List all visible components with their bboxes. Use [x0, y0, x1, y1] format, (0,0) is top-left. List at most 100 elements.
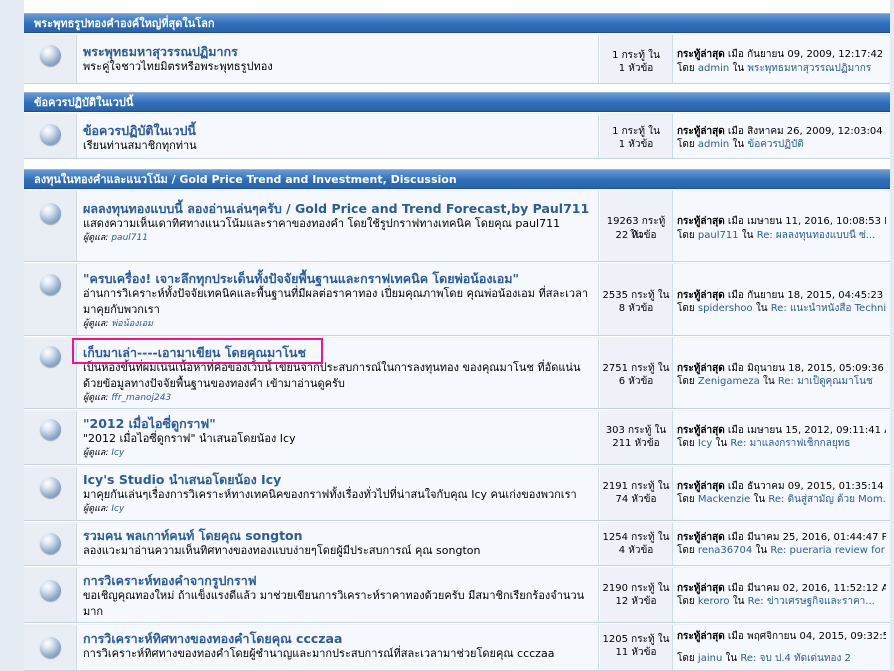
- forum-title-link[interactable]: Icy's Studio นำเสนอโดยน้อง Icy: [83, 472, 592, 487]
- last-post-user-link[interactable]: admin: [698, 139, 729, 150]
- moderator-link[interactable]: ffr_manoj243: [111, 393, 171, 403]
- forum-status-icon: [40, 346, 61, 367]
- when-label: เมื่อ: [727, 216, 744, 227]
- last-post: กระทู้ล่าสุด เมื่อ พฤศจิกายน 04, 2015, 0…: [673, 625, 890, 670]
- forum-moderators: ผู้ดูแล: Icy: [83, 447, 592, 459]
- forum-row: ข้อควรปฏิบัติในเวปนี้ เรียนท่านสมาชิกทุก…: [24, 113, 890, 159]
- last-post-topic-link[interactable]: Re: ข่าวเศรษฐกิจและราคา...: [748, 596, 875, 607]
- forum-info: รวมคน พลเกาท์คนท์ โดยคุณ songton ลองแวะม…: [77, 523, 599, 565]
- topic-count: 6 หัวข้อ: [618, 376, 654, 387]
- last-post-user-link[interactable]: spidershoo: [698, 303, 753, 314]
- category-header-golden-buddha[interactable]: พระพุทธรูปทองคำองค์ใหญ่ที่สุดในโลก: [24, 13, 890, 33]
- forum-row: พระพุทธมหาสุวรรณปฏิมากร พระคู่ใจชาวไทยมิ…: [24, 34, 890, 84]
- forum-status-icon: [40, 45, 61, 66]
- by-label: โดย: [677, 596, 695, 607]
- topic-count: 1 หัวข้อ: [618, 63, 654, 74]
- when-label: เมื่อ: [727, 425, 744, 436]
- by-label: โดย: [677, 653, 695, 664]
- last-post-user-link[interactable]: jainu: [698, 653, 722, 664]
- post-count: 1254 กระทู้ ใน: [602, 532, 670, 543]
- forum-moderators: ผู้ดูแล: Icy: [83, 503, 592, 515]
- last-post-topic-link[interactable]: Re: pueraria review for ...: [770, 545, 886, 556]
- forum-stats: 1254 กระทู้ ใน 4 หัวข้อ: [600, 523, 673, 565]
- forum-stats: 19263 กระทู้ ใน 22 หัวข้อ: [600, 191, 673, 261]
- forum-info: ผลลงทุนทองแบบนี้ ลองอ่านเล่นๆครับ / Gold…: [77, 191, 599, 261]
- last-post-topic-link[interactable]: Re: ดินสู่สามัญ ด้วย Mom...: [768, 494, 886, 505]
- forum-title-link[interactable]: รวมคน พลเกาท์คนท์ โดยคุณ songton: [83, 528, 592, 543]
- topic-count: 12 หัวข้อ: [615, 596, 657, 607]
- forum-stats: 303 กระทู้ ใน 211 หัวข้อ: [600, 411, 673, 464]
- by-label: โดย: [677, 545, 695, 556]
- forum-icon-cell: [24, 191, 77, 261]
- last-post-label: กระทู้ล่าสุด: [677, 363, 725, 374]
- by-label: โดย: [677, 303, 695, 314]
- forum-info: การวิเคราะห์ทองคำจากรูปกราฟ ขอเชิญคุณทอง…: [77, 568, 599, 622]
- moderator-label: ผู้ดูแล:: [83, 504, 109, 514]
- category-header-gold-investment[interactable]: ลงทุนในทองคำและแนวโน้ม / Gold Price Tren…: [24, 169, 890, 189]
- last-post-topic-link[interactable]: Re: มาเป็ดูคุณมาโนช: [778, 376, 873, 387]
- last-post-date: เมษายน 11, 2016, 10:08:53 PM: [747, 216, 886, 227]
- forum-icon-cell: [24, 568, 77, 622]
- forum-title-link[interactable]: "2012 เมื่อไอซี่ดูกราฟ": [83, 416, 592, 431]
- forum-title-link[interactable]: การวิเคราะห์ทองคำจากรูปกราฟ: [83, 573, 592, 588]
- last-post-topic-link[interactable]: พระพุทธมหาสุวรรณปฏิมากร: [747, 63, 871, 74]
- forum-status-icon: [40, 580, 61, 601]
- moderator-link[interactable]: พ่อน้องเอม: [111, 319, 153, 329]
- forum-title-link[interactable]: "ครบเครื่อง! เจาะลึกทุกประเด็นทั้งปัจจัย…: [83, 271, 592, 286]
- in-label: ใน: [762, 376, 775, 387]
- forum-title-link[interactable]: ผลลงทุนทองแบบนี้ ลองอ่านเล่นๆครับ / Gold…: [83, 201, 592, 216]
- last-post-topic-link[interactable]: ข้อควรปฏิบัติ: [747, 139, 803, 150]
- forum-status-icon: [40, 274, 61, 295]
- moderator-link[interactable]: paul711: [111, 233, 148, 243]
- forum-stats: 2751 กระทู้ ใน 6 หัวข้อ: [600, 338, 673, 408]
- by-label: โดย: [677, 139, 695, 150]
- forum-status-icon: [40, 124, 61, 145]
- moderator-link[interactable]: Icy: [111, 504, 124, 514]
- in-label: ใน: [732, 63, 745, 74]
- forum-title-link[interactable]: ข้อควรปฏิบัติในเวปนี้: [83, 123, 592, 138]
- moderator-link[interactable]: Icy: [111, 448, 124, 458]
- forum-status-icon: [40, 533, 61, 554]
- forum-description: แสดงความเห็นเดาทิศทางแนวโน้มและราคาของทอ…: [83, 217, 561, 230]
- last-post-topic-link[interactable]: Re: จบ ป.4 ทัดเด่นทอง 2: [740, 653, 851, 664]
- when-label: เมื่อ: [727, 49, 744, 60]
- forum-icon-cell: [24, 411, 77, 464]
- forum-row: การวิเคราะห์ทิศทางของทองคำโดยคุณ ccczaa …: [24, 624, 890, 671]
- category-header-rules[interactable]: ข้อควรปฏิบัติในเวปนี้: [24, 92, 890, 112]
- last-post-label: กระทู้ล่าสุด: [677, 49, 725, 60]
- last-post-date: มีนาคม 02, 2016, 11:52:12 AM: [747, 583, 886, 594]
- last-post-user-link[interactable]: paul711: [698, 230, 739, 241]
- forum-title-link[interactable]: เก็บมาเล่า----เอามาเขียน โดยคุณมาโนช: [83, 345, 592, 360]
- last-post-label: กระทู้ล่าสุด: [677, 425, 725, 436]
- last-post-label: กระทู้ล่าสุด: [677, 126, 725, 137]
- last-post-user-link[interactable]: keroro: [698, 596, 730, 607]
- forum-row: การวิเคราะห์ทองคำจากรูปกราฟ ขอเชิญคุณทอง…: [24, 567, 890, 623]
- last-post-user-link[interactable]: admin: [698, 63, 729, 74]
- forum-icon-cell: [24, 338, 77, 408]
- forum-title-link[interactable]: พระพุทธมหาสุวรรณปฏิมากร: [83, 44, 592, 59]
- forum-stats: 2191 กระทู้ ใน 74 หัวข้อ: [600, 467, 673, 520]
- last-post-topic-link[interactable]: Re: แนะนำหนังสือ Technic...: [771, 303, 886, 314]
- in-label: ใน: [755, 303, 768, 314]
- forum-stats: 2535 กระทู้ ใน 8 หัวข้อ: [600, 264, 673, 335]
- forum-description: อ่านการวิเคราะห์ทั้งปัจจัยเทคนิคและพื้นฐ…: [83, 287, 589, 316]
- forum-title-link[interactable]: การวิเคราะห์ทิศทางของทองคำโดยคุณ ccczaa: [83, 631, 592, 646]
- last-post-label: กระทู้ล่าสุด: [677, 290, 725, 301]
- last-post-user-link[interactable]: Icy: [698, 438, 712, 449]
- in-label: ใน: [753, 494, 766, 505]
- last-post-user-link[interactable]: rena36704: [698, 545, 752, 556]
- last-post-date: กันยายน 09, 2009, 12:17:42 AM: [747, 49, 886, 60]
- last-post-user-link[interactable]: Mackenzie: [698, 494, 750, 505]
- last-post-topic-link[interactable]: Re: ผลลงทุนทองแบบนี้ ซ่...: [757, 230, 876, 241]
- last-post-topic-link[interactable]: Re: มาแลงกราฟเช็กกลยุทธ: [730, 438, 850, 449]
- forum-description: มาคุยกันเล่นๆเรื่องการวิเคราะห์ทางเทคนิค…: [83, 488, 577, 501]
- forum-description: พระคู่ใจชาวไทยมิตรหรือพระพุทธรูปทอง: [83, 60, 273, 73]
- last-post-date: ธันวาคม 09, 2015, 01:35:14 PM: [747, 481, 886, 492]
- forum-row: "ครบเครื่อง! เจาะลึกทุกประเด็นทั้งปัจจัย…: [24, 263, 890, 336]
- when-label: เมื่อ: [727, 363, 744, 374]
- last-post-user-link[interactable]: Zenigameza: [698, 376, 760, 387]
- in-label: ใน: [755, 545, 768, 556]
- forum-row: Icy's Studio นำเสนอโดยน้อง Icy มาคุยกันเ…: [24, 466, 890, 521]
- last-post: กระทู้ล่าสุด เมื่อ เมษายน 11, 2016, 10:0…: [673, 191, 890, 261]
- post-count: 2535 กระทู้ ใน: [602, 290, 670, 301]
